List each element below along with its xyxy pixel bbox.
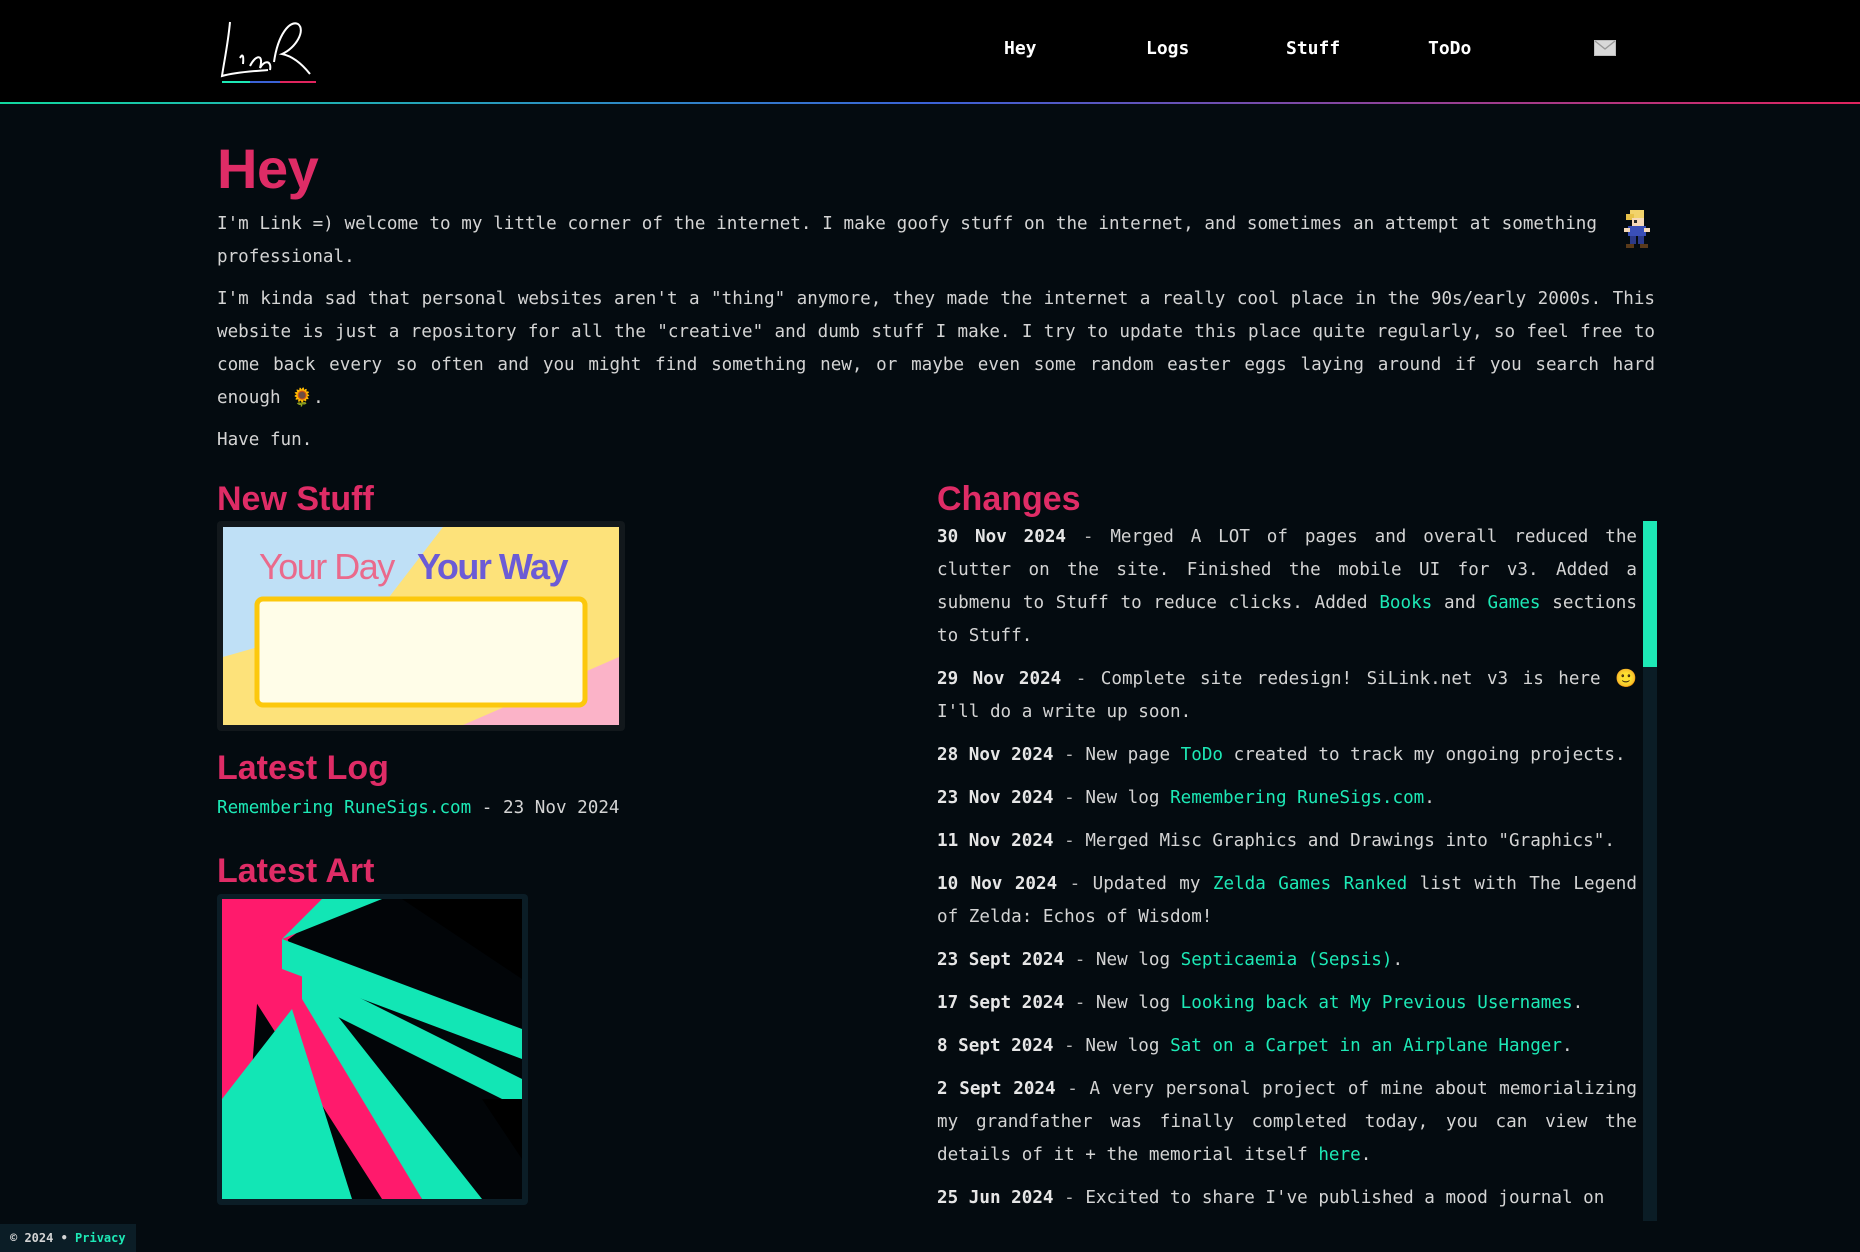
change-entry: 25 Jun 2024 - Excited to share I've publ… xyxy=(937,1182,1637,1215)
top-nav-bar: Hey Logs Stuff ToDo xyxy=(0,0,1860,102)
new-stuff-title-b: Your Way xyxy=(417,546,568,587)
change-text: . xyxy=(1360,1145,1372,1165)
nav-logs[interactable]: Logs xyxy=(1146,38,1189,59)
nav-todo[interactable]: ToDo xyxy=(1428,38,1471,59)
change-text: New log xyxy=(1095,950,1181,970)
change-link[interactable]: Zelda Games Ranked xyxy=(1213,874,1407,894)
change-dash: - xyxy=(1064,950,1096,970)
new-stuff-title-a: Your Day xyxy=(259,546,395,587)
intro-paragraph-1: I'm Link =) welcome to my little corner … xyxy=(217,214,1597,267)
intro-paragraph-3: Have fun. xyxy=(217,430,313,450)
latest-log-date: 23 Nov 2024 xyxy=(503,798,620,818)
latest-log-line: Remembering RuneSigs.com - 23 Nov 2024 xyxy=(217,798,620,818)
change-text: Excited to share I've published a mood j… xyxy=(1085,1188,1605,1208)
change-text: . xyxy=(1424,788,1435,808)
change-link[interactable]: Games xyxy=(1488,593,1541,613)
change-text: New log xyxy=(1095,993,1181,1013)
change-entry: 28 Nov 2024 - New page ToDo created to t… xyxy=(937,739,1637,772)
change-text: . xyxy=(1572,993,1584,1013)
change-link[interactable]: Septicaemia (Sepsis) xyxy=(1181,950,1393,970)
change-link[interactable]: Looking back at My Previous Usernames xyxy=(1181,993,1573,1013)
change-dash: - xyxy=(1053,831,1086,851)
latest-log-link[interactable]: Remembering RuneSigs.com xyxy=(217,798,471,818)
change-date: 29 Nov 2024 xyxy=(937,669,1062,689)
change-entry: 17 Sept 2024 - New log Looking back at M… xyxy=(937,987,1637,1020)
nav-stuff[interactable]: Stuff xyxy=(1286,38,1340,59)
change-text: New page xyxy=(1085,745,1181,765)
change-date: 30 Nov 2024 xyxy=(937,527,1067,547)
change-dash: - xyxy=(1064,993,1096,1013)
changes-list[interactable]: 30 Nov 2024 - Merged A LOT of pages and … xyxy=(937,521,1637,1221)
change-date: 17 Sept 2024 xyxy=(937,993,1065,1013)
page-title: Hey xyxy=(217,137,319,200)
change-dash: - xyxy=(1053,1188,1086,1208)
change-date: 28 Nov 2024 xyxy=(937,745,1054,765)
change-entry: 8 Sept 2024 - New log Sat on a Carpet in… xyxy=(937,1030,1637,1063)
new-stuff-card[interactable]: Your Day Your Way xyxy=(217,521,625,731)
footer: © 2024 • Privacy xyxy=(0,1224,136,1252)
intro-paragraph-2-text: I'm kinda sad that personal websites are… xyxy=(217,289,1655,408)
change-link[interactable]: ToDo xyxy=(1181,745,1223,765)
latest-log-separator: - xyxy=(471,798,503,818)
latest-art-heading: Latest Art xyxy=(217,852,375,890)
change-text: Merged Misc Graphics and Drawings into "… xyxy=(1085,831,1615,851)
change-entry: 30 Nov 2024 - Merged A LOT of pages and … xyxy=(937,521,1637,653)
changes-scrollbar-thumb[interactable] xyxy=(1643,521,1657,667)
pixel-character-sprite xyxy=(1624,210,1650,248)
change-dash: - xyxy=(1053,745,1086,765)
change-entry: 29 Nov 2024 - Complete site redesign! Si… xyxy=(937,663,1637,729)
intro-paragraph-2: I'm kinda sad that personal websites are… xyxy=(217,283,1655,415)
change-date: 23 Sept 2024 xyxy=(937,950,1065,970)
change-dash: - xyxy=(1061,669,1101,689)
change-entry: 11 Nov 2024 - Merged Misc Graphics and D… xyxy=(937,825,1637,858)
change-dash: - xyxy=(1053,1036,1086,1056)
change-date: 11 Nov 2024 xyxy=(937,831,1054,851)
change-entry: 23 Nov 2024 - New log Remembering RuneSi… xyxy=(937,782,1637,815)
change-date: 10 Nov 2024 xyxy=(937,874,1058,894)
change-dash: - xyxy=(1055,1079,1090,1099)
signature-logo[interactable] xyxy=(216,14,320,86)
change-entry: 10 Nov 2024 - Updated my Zelda Games Ran… xyxy=(937,868,1637,934)
intro-paragraph-2-end: . xyxy=(313,388,324,408)
change-text: New log xyxy=(1085,788,1171,808)
change-date: 23 Nov 2024 xyxy=(937,788,1054,808)
change-dash: - xyxy=(1057,874,1093,894)
new-stuff-heading: New Stuff xyxy=(217,480,374,518)
change-link[interactable]: here xyxy=(1318,1145,1360,1165)
changes-heading: Changes xyxy=(937,480,1081,518)
latest-art-card[interactable] xyxy=(217,894,528,1205)
header-gradient-divider xyxy=(0,102,1860,104)
sunflower-icon: 🌻 xyxy=(291,388,314,408)
change-text: . xyxy=(1392,950,1404,970)
change-link[interactable]: Sat on a Carpet in an Airplane Hanger xyxy=(1170,1036,1562,1056)
nav-hey[interactable]: Hey xyxy=(1004,38,1037,59)
latest-log-heading: Latest Log xyxy=(217,749,389,787)
new-stuff-thumbnail[interactable]: Your Day Your Way xyxy=(223,527,619,725)
privacy-link[interactable]: Privacy xyxy=(75,1231,126,1245)
footer-copyright: © 2024 • xyxy=(10,1231,68,1245)
change-text: . xyxy=(1561,1036,1573,1056)
change-link[interactable]: Books xyxy=(1379,593,1432,613)
change-date: 8 Sept 2024 xyxy=(937,1036,1054,1056)
change-text: New log xyxy=(1085,1036,1171,1056)
change-dash: - xyxy=(1066,527,1111,547)
change-date: 2 Sept 2024 xyxy=(937,1079,1056,1099)
latest-art-image[interactable] xyxy=(222,899,522,1199)
change-dash: - xyxy=(1053,788,1086,808)
change-link[interactable]: Remembering RuneSigs.com xyxy=(1170,788,1424,808)
envelope-icon[interactable] xyxy=(1594,40,1616,56)
change-text: and xyxy=(1432,593,1488,613)
change-entry: 23 Sept 2024 - New log Septicaemia (Seps… xyxy=(937,944,1637,977)
change-text: Updated my xyxy=(1092,874,1213,894)
change-date: 25 Jun 2024 xyxy=(937,1188,1054,1208)
change-entry: 2 Sept 2024 - A very personal project of… xyxy=(937,1073,1637,1172)
change-text: created to track my ongoing projects. xyxy=(1223,745,1626,765)
